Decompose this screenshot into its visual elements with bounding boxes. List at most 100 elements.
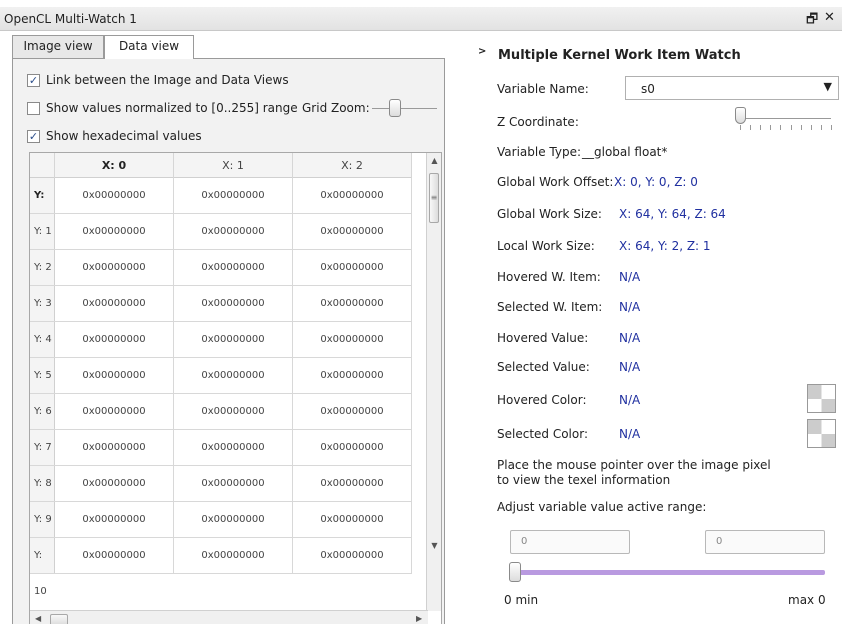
table-cell[interactable]: 0x00000000 (55, 214, 174, 249)
selected-color-swatch (807, 419, 836, 448)
table-cell[interactable]: 0x00000000 (55, 394, 174, 429)
row-header[interactable]: Y: 10 (30, 538, 55, 597)
z-coordinate-track[interactable] (741, 118, 831, 119)
grid-rows: Y: 00x000000000x000000000x00000000Y: 10x… (30, 178, 412, 597)
table-cell[interactable]: 0x00000000 (55, 502, 174, 537)
local-size-value: X: 64, Y: 2, Z: 1 (619, 239, 711, 253)
table-cell[interactable]: 0x00000000 (55, 286, 174, 321)
table-cell[interactable]: 0x00000000 (55, 250, 174, 285)
table-cell[interactable]: 0x00000000 (293, 466, 412, 501)
hint-line-2: to view the texel information (497, 473, 671, 487)
row-header[interactable]: Y: 7 (30, 430, 55, 465)
table-row: Y: 00x000000000x000000000x00000000 (30, 178, 412, 237)
column-header[interactable]: X: 0 (55, 153, 174, 178)
tab-data-view[interactable]: Data view (104, 35, 194, 59)
row-header[interactable]: Y: 4 (30, 322, 55, 357)
hint-line-1: Place the mouse pointer over the image p… (497, 458, 771, 472)
table-cell[interactable]: 0x00000000 (293, 538, 412, 573)
variable-name-combo[interactable]: s0 ▼ (625, 76, 839, 100)
table-cell[interactable]: 0x00000000 (55, 178, 174, 213)
column-header[interactable]: X: 1 (174, 153, 293, 178)
window-title: OpenCL Multi-Watch 1 (4, 12, 137, 26)
scroll-down-icon[interactable]: ▼ (427, 541, 441, 550)
column-header[interactable]: X: 2 (293, 153, 412, 178)
table-cell[interactable]: 0x00000000 (293, 178, 412, 213)
row-header[interactable]: Y: 9 (30, 502, 55, 537)
scroll-up-icon[interactable]: ▲ (427, 156, 441, 165)
close-icon[interactable]: ✕ (824, 10, 835, 25)
hovered-item-label: Hovered W. Item: (497, 270, 601, 284)
variable-type-value: __global float* (582, 145, 668, 159)
range-max-input[interactable]: 0 (705, 530, 825, 554)
variable-name-label: Variable Name: (497, 82, 589, 96)
range-max-label: max 0 (788, 593, 826, 607)
row-header[interactable]: Y: 2 (30, 250, 55, 285)
z-coordinate-slider-handle[interactable] (735, 107, 746, 124)
table-cell[interactable]: 0x00000000 (174, 178, 293, 213)
table-row: Y: 6 0x00000000 0x00000000 0x00000000 (30, 394, 412, 430)
normalized-checkbox[interactable]: Show values normalized to [0..255] range (27, 99, 298, 117)
table-row: Y: 10 0x00000000 0x00000000 0x00000000 (30, 538, 412, 597)
row-header[interactable]: Y: 6 (30, 394, 55, 429)
row-header[interactable]: Y: 0 (30, 178, 55, 237)
range-slider-handle[interactable] (509, 562, 521, 582)
tab-image-view[interactable]: Image view (12, 35, 104, 58)
checkbox-unchecked-icon[interactable] (27, 101, 40, 115)
table-cell[interactable]: 0x00000000 (293, 430, 412, 465)
table-cell[interactable]: 0x00000000 (293, 322, 412, 357)
vertical-scrollbar[interactable]: ▲ ≡ ▼ (426, 153, 441, 611)
table-cell[interactable]: 0x00000000 (293, 502, 412, 537)
restore-icon[interactable]: 🗗 (806, 10, 818, 32)
selected-item-value: N/A (619, 300, 641, 314)
row-header[interactable]: Y: 1 (30, 214, 55, 249)
table-cell[interactable]: 0x00000000 (55, 358, 174, 393)
table-cell[interactable]: 0x00000000 (55, 538, 174, 573)
range-min-input[interactable]: 0 (510, 530, 630, 554)
table-cell[interactable]: 0x00000000 (174, 250, 293, 285)
table-cell[interactable]: 0x00000000 (293, 286, 412, 321)
window-titlebar: OpenCL Multi-Watch 1 🗗 ✕ (0, 7, 842, 31)
table-cell[interactable]: 0x00000000 (293, 358, 412, 393)
row-header[interactable]: Y: 3 (30, 286, 55, 321)
chevron-down-icon[interactable]: ▼ (824, 80, 832, 93)
row-header[interactable]: Y: 8 (30, 466, 55, 501)
row-header[interactable]: Y: 5 (30, 358, 55, 393)
table-cell[interactable]: 0x00000000 (293, 214, 412, 249)
watch-panel: > Multiple Kernel Work Item Watch Variab… (470, 33, 842, 624)
grid-corner (30, 153, 55, 178)
global-size-label: Global Work Size: (497, 207, 602, 221)
table-cell[interactable]: 0x00000000 (174, 466, 293, 501)
grid-zoom-slider-handle[interactable] (389, 99, 401, 117)
table-cell[interactable]: 0x00000000 (174, 538, 293, 573)
table-cell[interactable]: 0x00000000 (55, 466, 174, 501)
hex-checkbox[interactable]: ✓ Show hexadecimal values (27, 127, 202, 145)
variable-name-value: s0 (641, 82, 655, 96)
grid-zoom-track[interactable] (372, 108, 437, 109)
scroll-right-icon[interactable]: ▶ (416, 614, 422, 623)
table-cell[interactable]: 0x00000000 (174, 286, 293, 321)
checkbox-checked-icon[interactable]: ✓ (27, 73, 40, 87)
scroll-left-icon[interactable]: ◀ (35, 614, 41, 623)
z-coordinate-label: Z Coordinate: (497, 115, 579, 129)
range-slider-track[interactable] (512, 570, 825, 575)
table-cell[interactable]: 0x00000000 (174, 214, 293, 249)
table-cell[interactable]: 0x00000000 (174, 502, 293, 537)
tab-data-view-label: Data view (118, 39, 180, 53)
table-cell[interactable]: 0x00000000 (174, 322, 293, 357)
horizontal-scrollbar[interactable]: ◀ ▶ (30, 610, 428, 624)
table-cell[interactable]: 0x00000000 (55, 322, 174, 357)
table-cell[interactable]: 0x00000000 (55, 430, 174, 465)
table-cell[interactable]: 0x00000000 (174, 358, 293, 393)
grid-header: X: 0 X: 1 X: 2 (30, 153, 412, 178)
data-grid: X: 0 X: 1 X: 2 Y: 00x000000000x000000000… (29, 152, 442, 624)
table-cell[interactable]: 0x00000000 (174, 430, 293, 465)
table-cell[interactable]: 0x00000000 (174, 394, 293, 429)
expand-arrow-icon[interactable]: > (478, 46, 486, 57)
table-cell[interactable]: 0x00000000 (293, 250, 412, 285)
global-size-value: X: 64, Y: 64, Z: 64 (619, 207, 726, 221)
link-views-checkbox[interactable]: ✓ Link between the Image and Data Views (27, 71, 289, 89)
horizontal-scroll-thumb[interactable] (50, 614, 68, 624)
table-cell[interactable]: 0x00000000 (293, 394, 412, 429)
checkbox-checked-icon[interactable]: ✓ (27, 129, 40, 143)
vertical-scroll-thumb[interactable]: ≡ (429, 173, 439, 223)
